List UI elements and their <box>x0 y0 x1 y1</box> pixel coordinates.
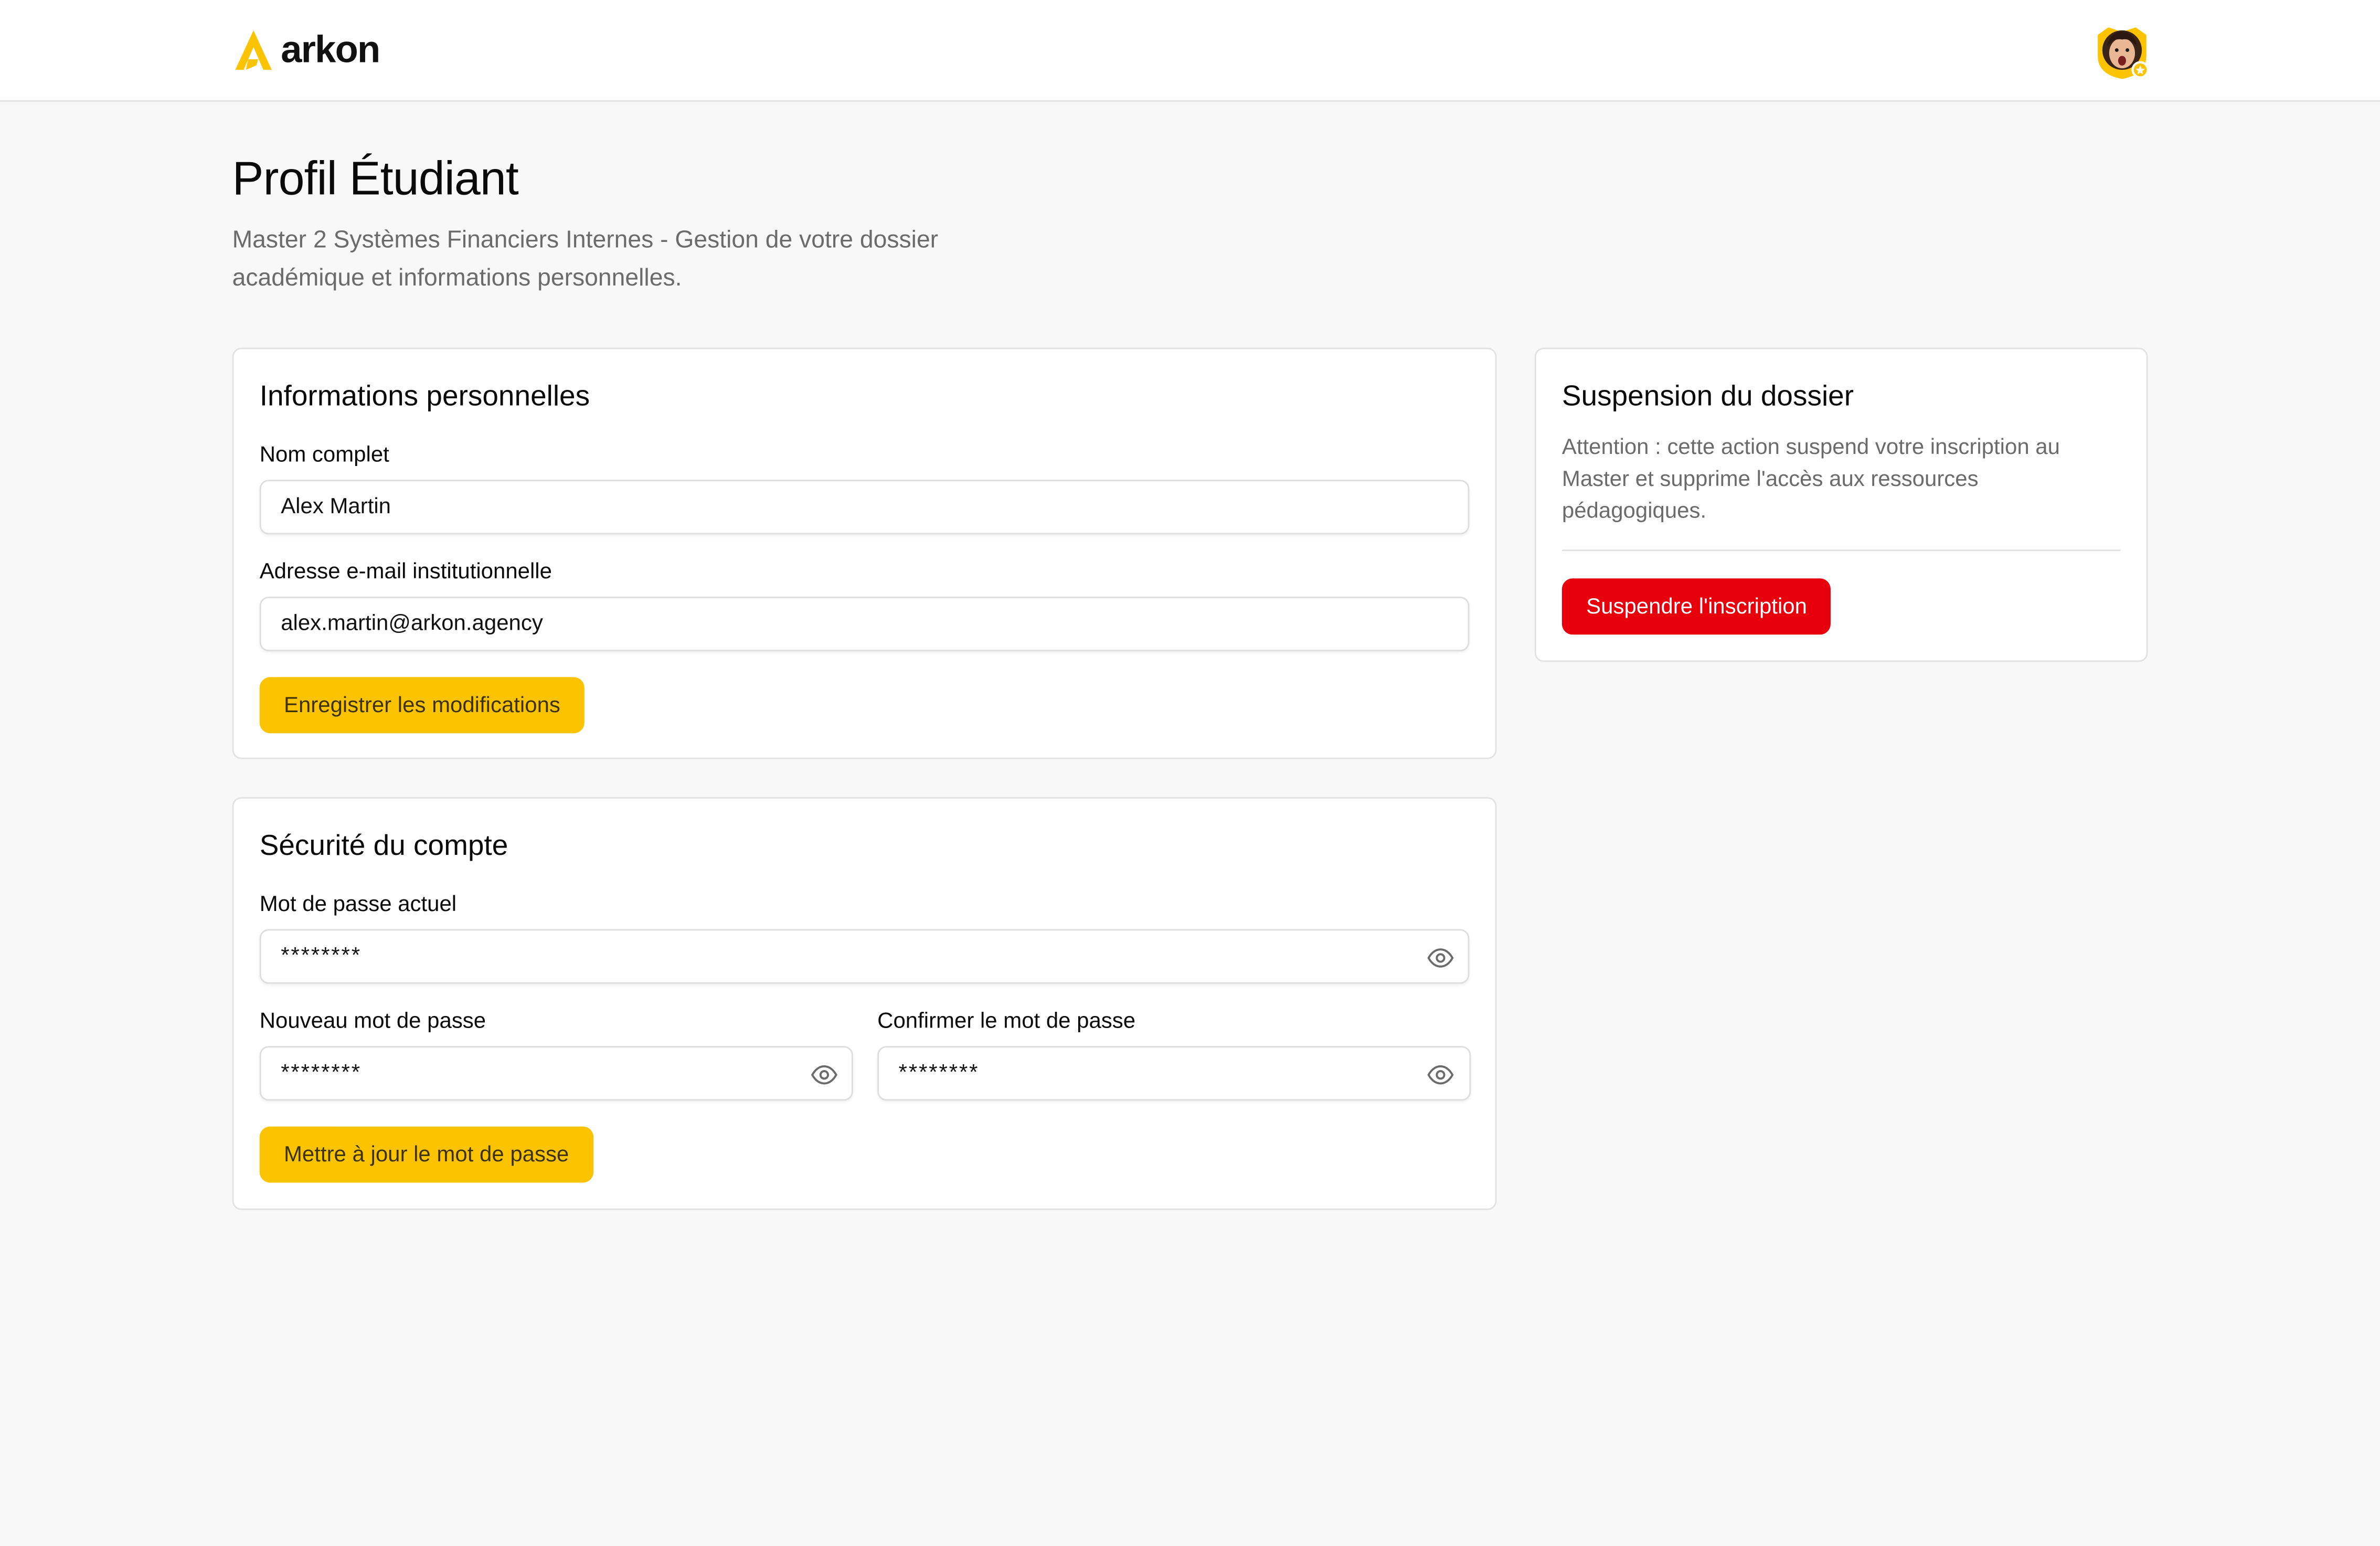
email-input[interactable] <box>259 596 1470 652</box>
page-title: Profil Étudiant <box>232 152 519 205</box>
user-avatar[interactable] <box>2093 23 2151 80</box>
full-name-input[interactable] <box>259 480 1470 535</box>
full-name-label: Nom complet <box>259 443 389 468</box>
arkon-logo-icon <box>235 30 272 70</box>
confirm-password-input[interactable] <box>877 1046 1471 1101</box>
new-password-input[interactable] <box>259 1046 853 1101</box>
avatar-icon <box>2098 27 2149 79</box>
suspension-title: Suspension du dossier <box>1561 381 1854 413</box>
suspension-warning: Attention : cette action suspend votre i… <box>1561 436 2060 524</box>
app-root: arkon Profil Étudiant Master 2 Systèmes … <box>0 0 2380 1546</box>
personal-info-card: Informations personnelles Nom complet Ad… <box>232 347 1497 759</box>
update-password-button[interactable]: Mettre à jour le mot de passe <box>259 1126 593 1183</box>
personal-info-title: Informations personnelles <box>259 381 590 413</box>
current-password-input[interactable] <box>259 929 1470 984</box>
eye-icon[interactable] <box>811 1061 838 1088</box>
brand-name: arkon <box>281 28 380 71</box>
suspension-divider <box>1561 549 2121 552</box>
account-security-title: Sécurité du compte <box>259 830 508 863</box>
brand-logo[interactable]: arkon <box>232 24 380 76</box>
save-changes-button[interactable]: Enregistrer les modifications <box>259 677 585 734</box>
eye-icon[interactable] <box>1427 1061 1454 1088</box>
confirm-password-label: Confirmer le mot de passe <box>877 1009 1136 1034</box>
suspend-enrollment-button[interactable]: Suspendre l'inscription <box>1561 578 1832 635</box>
email-label: Adresse e-mail institutionnelle <box>259 560 552 585</box>
current-password-label: Mot de passe actuel <box>259 893 457 917</box>
account-security-card: Sécurité du compte Mot de passe actuel N… <box>232 797 1497 1210</box>
page-subtitle: Master 2 Systèmes Financiers Internes - … <box>232 227 939 292</box>
top-navigation-bar: arkon <box>0 0 2380 102</box>
new-password-label: Nouveau mot de passe <box>259 1009 486 1034</box>
eye-icon[interactable] <box>1427 944 1454 971</box>
suspension-card: Suspension du dossier Attention : cette … <box>1534 347 2148 662</box>
